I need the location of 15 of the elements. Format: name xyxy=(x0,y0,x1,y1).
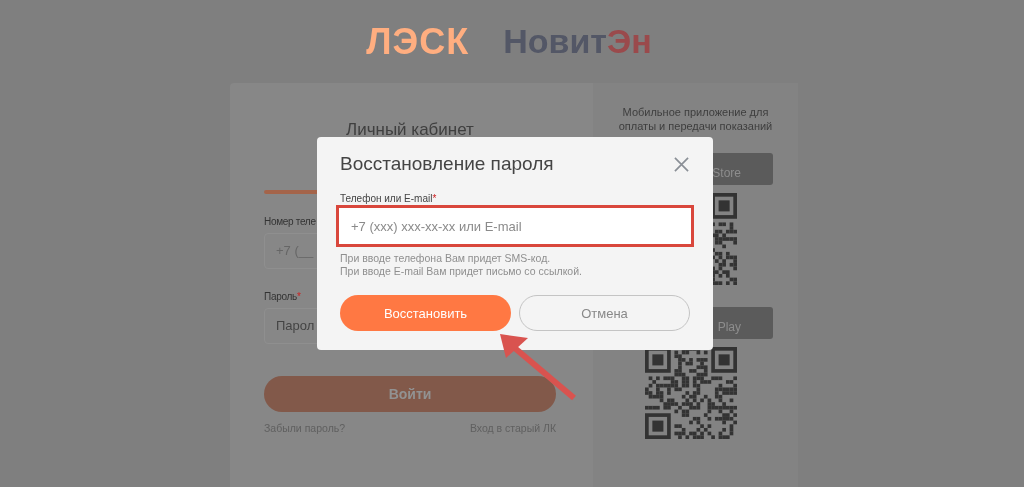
app-caption: Мобильное приложение для xyxy=(621,105,770,119)
login-title: Личный кабинет xyxy=(346,120,475,140)
app-caption: оплаты и передачи показаний xyxy=(618,119,773,133)
company-logo: ЛЭСК xyxy=(366,20,470,63)
field-label: Пароль* xyxy=(264,291,301,302)
hint-text: При вводе телефона Вам придет SMS-код. xyxy=(340,252,552,265)
field-label: Телефон или E-mail* xyxy=(340,193,438,204)
contact-field[interactable]: +7 (xxx) xxx-xx-xx или E-mail xyxy=(339,208,691,244)
cancel-button[interactable]: Отмена xyxy=(519,295,690,331)
restore-button[interactable]: Восстановить xyxy=(340,295,511,331)
dialog-title: Восстановление пароля xyxy=(340,153,554,175)
hint-text: При вводе E-mail Вам придет письмо со ссылкой. xyxy=(340,265,583,278)
close-icon[interactable] xyxy=(674,156,689,172)
login-button[interactable]: Войти xyxy=(264,376,556,412)
field-label: Номер теле xyxy=(264,216,316,227)
